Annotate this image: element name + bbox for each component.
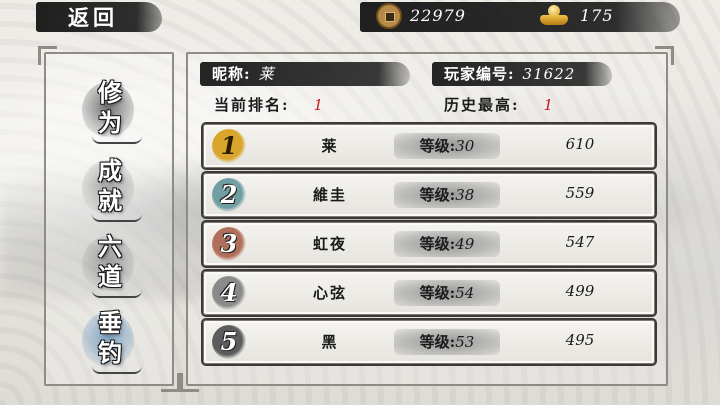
score: 610 xyxy=(565,135,595,153)
rank-badge: 4 xyxy=(212,276,246,310)
tab-six-paths[interactable]: 六道 xyxy=(64,228,154,300)
ribbon-decoration xyxy=(92,136,142,144)
score: 499 xyxy=(565,282,595,300)
level-label: 等级: xyxy=(419,186,456,204)
nickname-pill: 昵称: 莱 xyxy=(200,62,410,86)
tab-panel: 修为 成就 六道 垂钓 xyxy=(38,46,180,392)
player-name: 莱 xyxy=(321,137,339,155)
current-rank: 当前排名: 1 xyxy=(214,94,325,115)
rank-badge: 1 xyxy=(212,129,246,163)
level-plate: 等级:53 xyxy=(394,329,500,355)
top-bar: 返回 22979 175 xyxy=(0,0,720,34)
leaderboard-row[interactable]: 2 維圭 等级:38 559 xyxy=(203,173,655,217)
level-value: 54 xyxy=(455,284,475,302)
player-name: 心弦 xyxy=(312,284,347,302)
current-rank-value: 1 xyxy=(313,96,326,114)
level-plate: 等级:54 xyxy=(394,280,500,306)
level-value: 49 xyxy=(455,235,475,253)
leaderboard-row[interactable]: 1 莱 等级:30 610 xyxy=(203,124,655,168)
player-name: 黑 xyxy=(321,333,339,351)
level-label: 等级: xyxy=(419,333,456,351)
back-button[interactable]: 返回 xyxy=(40,4,160,32)
level-value: 53 xyxy=(455,333,475,351)
tab-label: 成就 xyxy=(98,156,122,215)
currency-bar xyxy=(360,2,680,32)
level-value: 30 xyxy=(455,137,475,155)
level-plate: 等级:30 xyxy=(394,133,500,159)
player-name: 維圭 xyxy=(312,186,347,204)
rank-badge: 2 xyxy=(212,178,246,212)
player-id-label: 玩家编号: xyxy=(444,65,515,83)
tab-achievements[interactable]: 成就 xyxy=(64,152,154,224)
player-name: 虹夜 xyxy=(312,235,347,253)
leaderboard-row[interactable]: 3 虹夜 等级:49 547 xyxy=(203,222,655,266)
tab-fishing[interactable]: 垂钓 xyxy=(64,304,154,376)
ribbon-decoration xyxy=(92,214,142,222)
gold-ingot-icon xyxy=(540,5,568,25)
rank-badge: 3 xyxy=(212,227,246,261)
copper-coin-count: 22979 xyxy=(410,6,466,25)
best-rank-value: 1 xyxy=(543,96,556,114)
ingot-base xyxy=(540,15,568,25)
level-label: 等级: xyxy=(419,235,456,253)
score: 547 xyxy=(565,233,595,251)
rank-badge: 5 xyxy=(212,325,246,359)
player-id-pill: 玩家编号: 31622 xyxy=(432,62,612,86)
gold-ingot-count: 175 xyxy=(580,6,614,25)
level-plate: 等级:49 xyxy=(394,231,500,257)
tab-label: 修为 xyxy=(98,78,122,137)
tab-cultivation[interactable]: 修为 xyxy=(64,74,154,146)
level-label: 等级: xyxy=(419,137,456,155)
score: 495 xyxy=(565,331,595,349)
best-rank-label: 历史最高: xyxy=(444,96,520,114)
ribbon-decoration xyxy=(92,366,142,374)
best-rank: 历史最高: 1 xyxy=(444,94,555,115)
level-label: 等级: xyxy=(419,284,456,302)
copper-coin-icon xyxy=(376,3,402,29)
score: 559 xyxy=(565,184,595,202)
level-value: 38 xyxy=(455,186,475,204)
player-id-value: 31622 xyxy=(522,65,576,83)
leaderboard-row[interactable]: 5 黑 等级:53 495 xyxy=(203,320,655,364)
leaderboard-row[interactable]: 4 心弦 等级:54 499 xyxy=(203,271,655,315)
level-plate: 等级:38 xyxy=(394,182,500,208)
nickname-value: 莱 xyxy=(258,65,275,83)
current-rank-label: 当前排名: xyxy=(214,96,290,114)
tab-label: 垂钓 xyxy=(98,308,122,367)
ribbon-decoration xyxy=(92,290,142,298)
tab-label: 六道 xyxy=(98,232,122,291)
nickname-label: 昵称: xyxy=(212,65,251,83)
